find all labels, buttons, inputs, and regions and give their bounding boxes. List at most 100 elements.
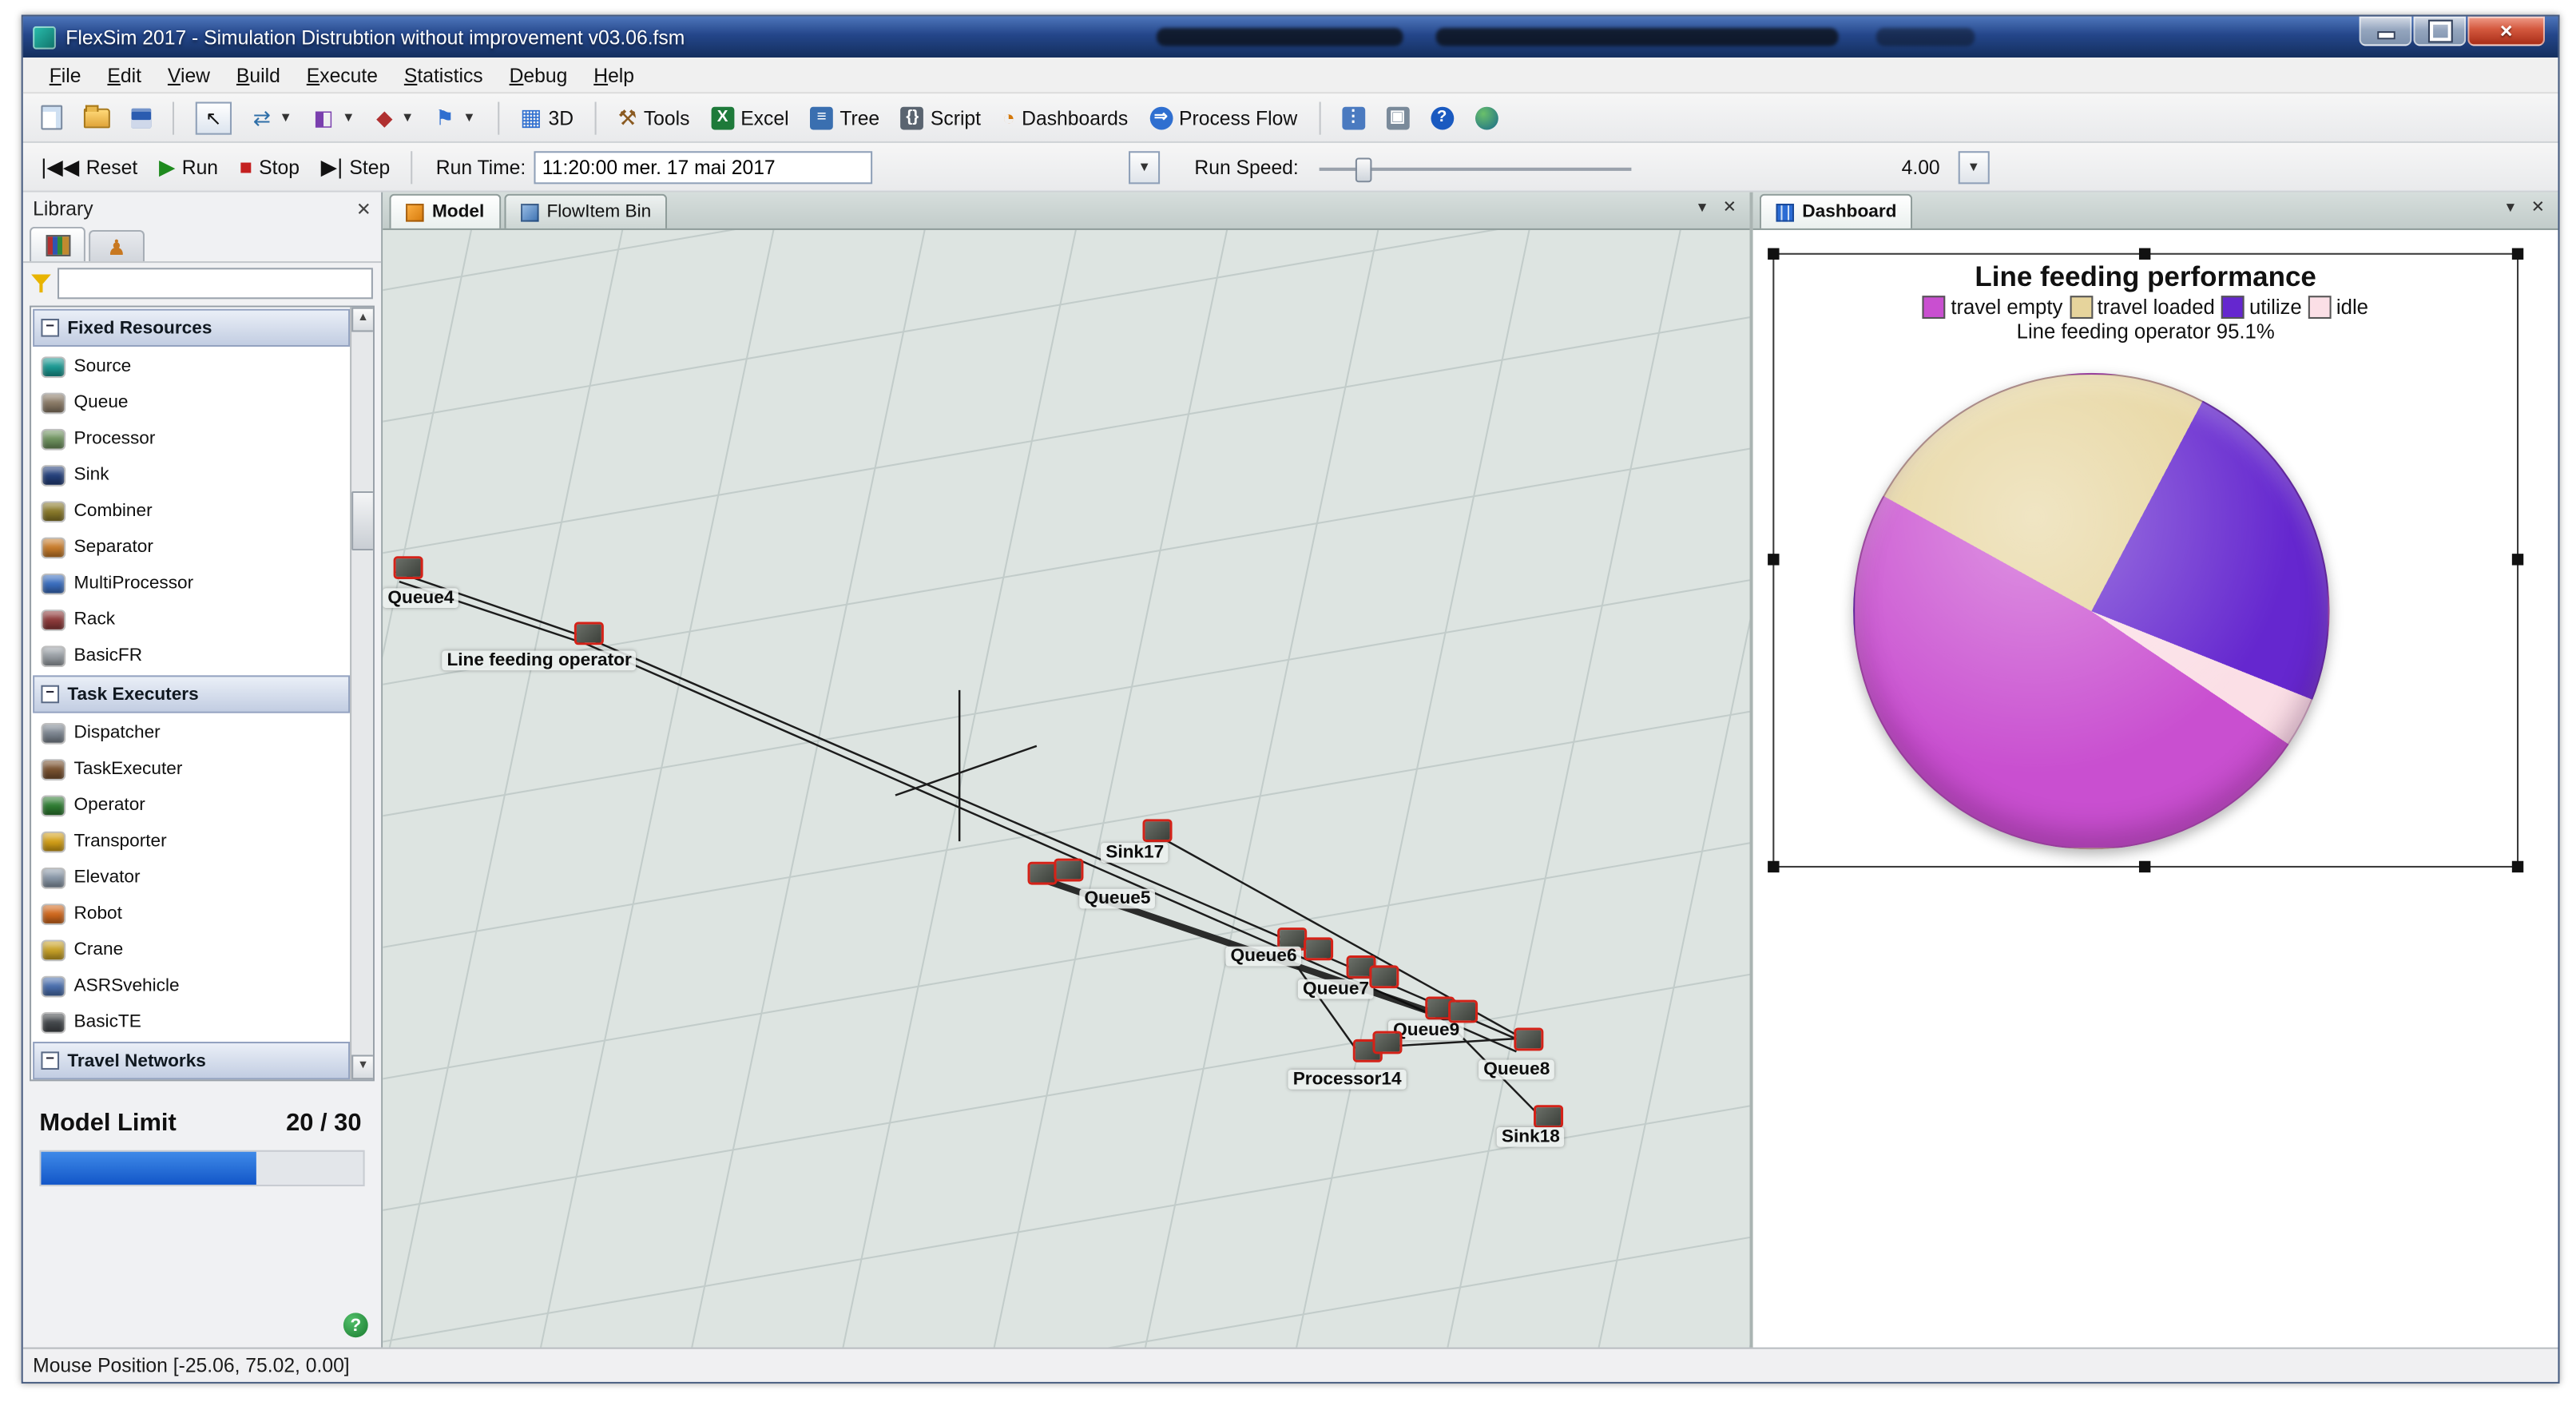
reset-button[interactable]: |◀◀Reset (33, 150, 145, 183)
run-time-dropdown[interactable]: ▼ (1129, 150, 1160, 183)
selection-handle[interactable] (1768, 248, 1779, 260)
library-item-crane[interactable]: Crane (31, 931, 351, 967)
library-item-asrsvehicle[interactable]: ASRSvehicle (31, 967, 351, 1003)
dashboard-content[interactable]: Line feeding performance travel emptytra… (1753, 230, 2558, 1348)
model-object-queue9[interactable] (1427, 999, 1452, 1018)
library-item-separator[interactable]: Separator (31, 529, 351, 565)
model-object[interactable] (1371, 967, 1396, 986)
title-bar[interactable]: FlexSim 2017 - Simulation Distrubtion wi… (23, 17, 2558, 58)
model-object-queue8[interactable] (1516, 1031, 1541, 1049)
model-object-sink17[interactable] (1145, 821, 1170, 840)
library-scrollbar[interactable]: ▲▼ (350, 308, 373, 1080)
selection-handle[interactable] (2512, 861, 2523, 872)
open-model-button[interactable] (76, 103, 118, 133)
scroll-down-icon[interactable]: ▼ (351, 1054, 375, 1079)
library-item-robot[interactable]: Robot (31, 896, 351, 931)
pane-close-icon[interactable]: ✕ (1723, 199, 1737, 217)
menu-help[interactable]: Help (581, 60, 648, 89)
library-help[interactable]: ? (343, 1313, 368, 1337)
ports-tool-button[interactable]: ◧▼ (305, 102, 363, 133)
run-time-input[interactable] (534, 150, 873, 183)
selection-handle[interactable] (2512, 554, 2523, 565)
library-item-combiner[interactable]: Combiner (31, 493, 351, 529)
close-button[interactable]: × (2467, 17, 2545, 46)
menu-view[interactable]: View (154, 60, 223, 89)
pane-close-icon[interactable]: ✕ (2531, 199, 2545, 217)
model-object-queue7[interactable] (1349, 958, 1374, 976)
library-people-tab[interactable]: ♟ (89, 230, 145, 261)
scroll-up-icon[interactable]: ▲ (351, 308, 375, 332)
process-flow-button[interactable]: ⇒Process Flow (1141, 101, 1306, 133)
tab-dashboard[interactable]: Dashboard (1760, 194, 1913, 228)
library-item-operator[interactable]: Operator (31, 787, 351, 823)
run-button[interactable]: ▶Run (151, 150, 227, 183)
selection-handle[interactable] (1768, 861, 1779, 872)
3d-view-button[interactable]: ▦3D (512, 101, 582, 133)
library-filter-input[interactable] (58, 268, 373, 299)
menu-debug[interactable]: Debug (496, 60, 581, 89)
save-model-button[interactable] (123, 103, 159, 133)
collapse-icon[interactable]: − (41, 1051, 59, 1070)
objects-tool-button[interactable]: ◆▼ (368, 102, 423, 133)
run-speed-dropdown[interactable]: ▼ (1958, 150, 1989, 183)
menu-edit[interactable]: Edit (94, 60, 154, 89)
model-object-queue4[interactable] (396, 558, 421, 577)
model-object-queue5[interactable] (1030, 864, 1055, 883)
help-button[interactable]: ? (1423, 101, 1462, 133)
run-speed-slider[interactable] (1320, 152, 1633, 181)
library-item-rack[interactable]: Rack (31, 602, 351, 637)
dashboards-button[interactable]: ◔Dashboards (994, 101, 1136, 133)
model-object[interactable] (1451, 1003, 1475, 1021)
minimize-button[interactable] (2360, 17, 2412, 46)
tab-flowitem-bin[interactable]: FlowItem Bin (504, 194, 668, 228)
selection-handle[interactable] (2139, 248, 2150, 260)
library-item-sink[interactable]: Sink (31, 457, 351, 493)
library-item-elevator[interactable]: Elevator (31, 860, 351, 896)
scroll-thumb[interactable] (351, 491, 375, 550)
model-object[interactable] (1057, 861, 1082, 880)
stop-button[interactable]: ■Stop (231, 150, 308, 183)
tree-button[interactable]: ≡Tree (802, 101, 887, 133)
library-close-icon[interactable]: ✕ (356, 198, 371, 220)
excel-button[interactable]: XExcel (703, 101, 797, 133)
new-model-button[interactable] (33, 100, 70, 134)
model-object[interactable] (1306, 939, 1331, 958)
tools-button[interactable]: ⚒Tools (609, 101, 697, 133)
slider-thumb[interactable] (1356, 157, 1373, 181)
model-object[interactable] (1375, 1034, 1400, 1052)
collapse-icon[interactable]: − (41, 685, 59, 704)
pane-menu-icon[interactable]: ▾ (2507, 199, 2514, 217)
selection-handle[interactable] (1768, 554, 1779, 565)
media-button[interactable]: ▣ (1378, 101, 1417, 133)
selection-handle[interactable] (2139, 861, 2150, 872)
library-item-processor[interactable]: Processor (31, 421, 351, 457)
library-item-source[interactable]: Source (31, 348, 351, 384)
model-object-queue6[interactable] (1280, 930, 1304, 948)
pane-menu-icon[interactable]: ▾ (1698, 199, 1706, 217)
library-item-queue[interactable]: Queue (31, 384, 351, 420)
library-item-multiprocessor[interactable]: MultiProcessor (31, 566, 351, 602)
script-button[interactable]: {}Script (893, 101, 990, 133)
library-objects-tab[interactable] (30, 227, 85, 261)
library-item-taskexecuter[interactable]: TaskExecuter (31, 751, 351, 787)
network-nodes-button[interactable]: ⋮ (1333, 101, 1372, 133)
library-item-dispatcher[interactable]: Dispatcher (31, 715, 351, 751)
menu-build[interactable]: Build (223, 60, 293, 89)
maximize-button[interactable] (2413, 17, 2466, 46)
model-3d-viewport[interactable]: Queue4Line feeding operatorSink17Queue5Q… (383, 230, 1749, 1348)
library-section-task-executers[interactable]: −Task Executers (33, 675, 350, 713)
pie-chart-widget[interactable]: Line feeding performance travel emptytra… (1772, 253, 2518, 868)
menu-file[interactable]: File (36, 60, 94, 89)
online-button[interactable] (1467, 101, 1506, 133)
library-section-fixed-resources[interactable]: −Fixed Resources (33, 309, 350, 347)
library-item-transporter[interactable]: Transporter (31, 823, 351, 859)
tab-model[interactable]: Model (389, 194, 500, 228)
menu-execute[interactable]: Execute (293, 60, 391, 89)
library-item-basicte[interactable]: BasicTE (31, 1004, 351, 1040)
flags-tool-button[interactable]: ⚑▼ (427, 102, 484, 133)
library-item-basicfr[interactable]: BasicFR (31, 637, 351, 673)
selection-handle[interactable] (2512, 248, 2523, 260)
model-object-sink18[interactable] (1536, 1107, 1561, 1126)
model-object-line-feeding-operator[interactable] (577, 625, 601, 643)
menu-statistics[interactable]: Statistics (391, 60, 496, 89)
